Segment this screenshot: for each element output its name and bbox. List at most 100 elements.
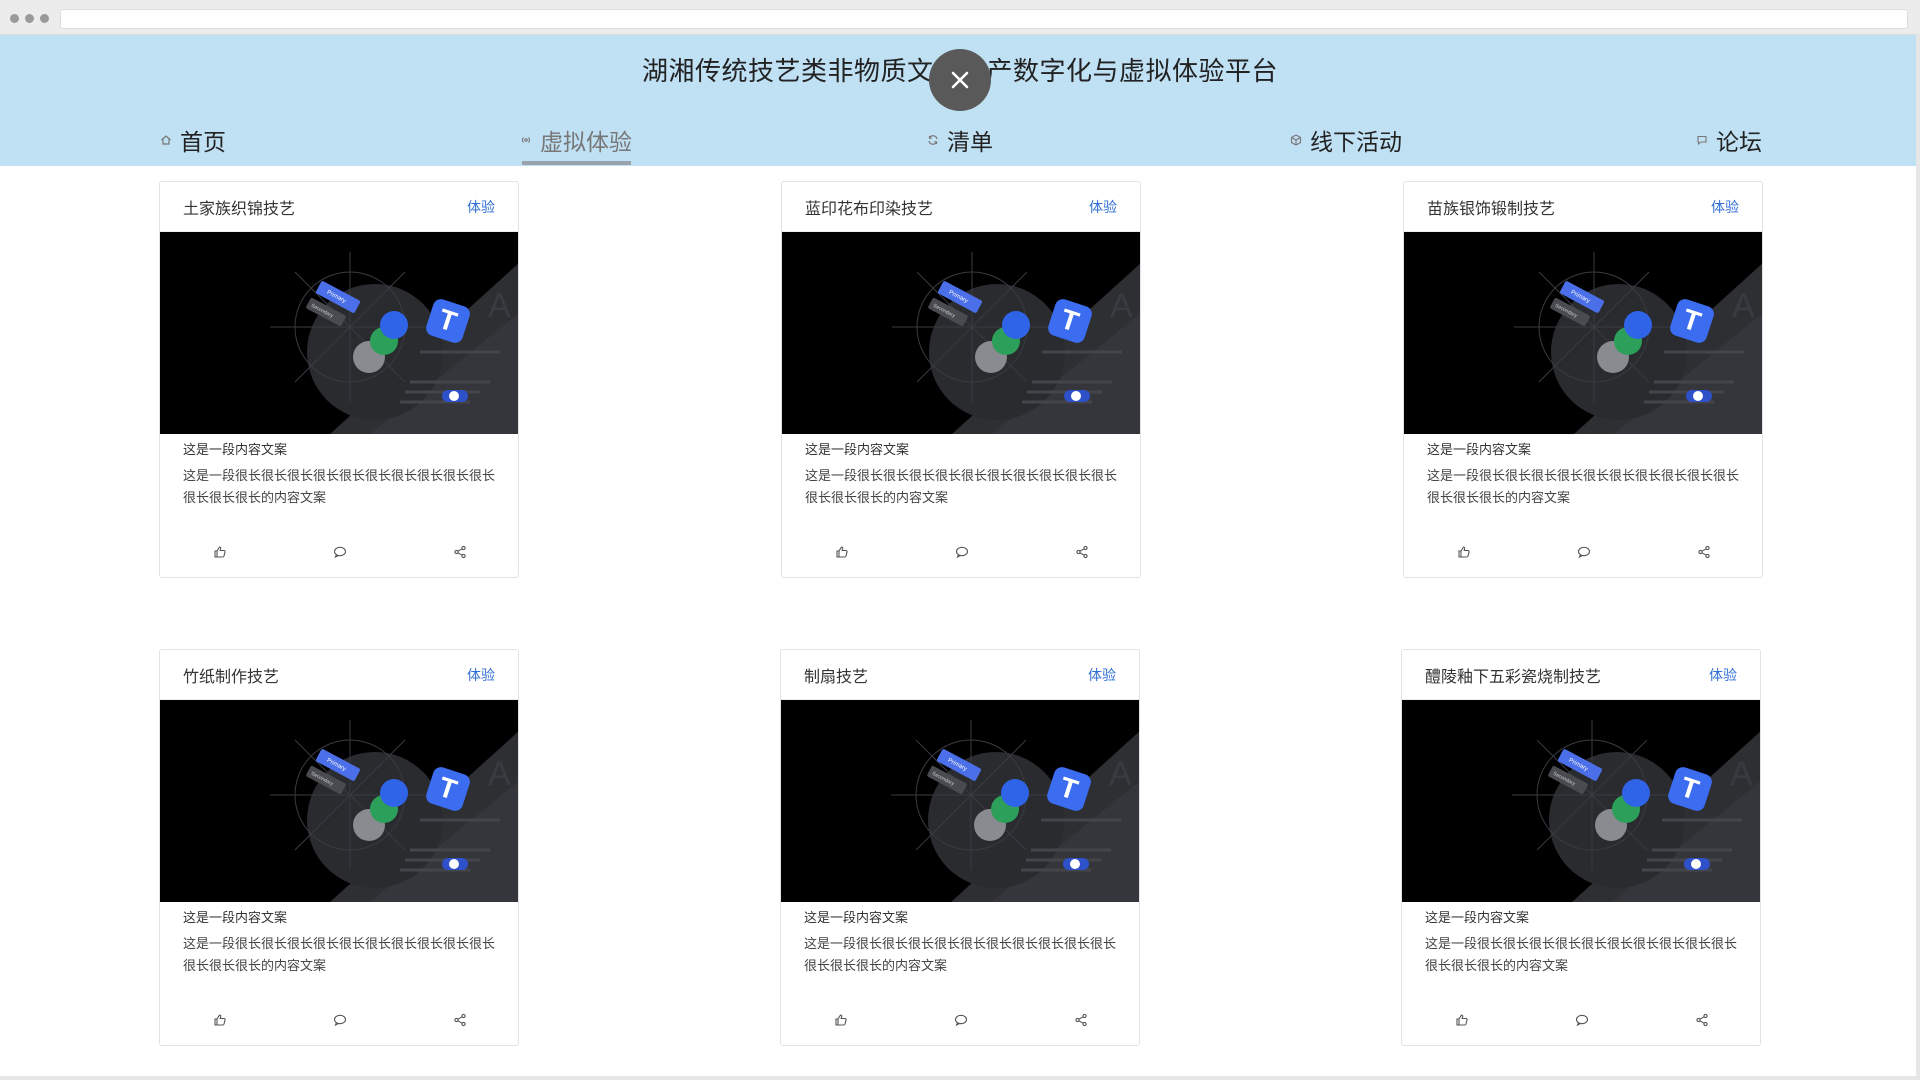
card-header: 土家族织锦技艺 体验: [160, 182, 518, 232]
share-button[interactable]: [1644, 527, 1762, 577]
card-illustration: Primary Secondary T A: [781, 700, 1139, 902]
nav-item-forum[interactable]: 论坛: [1696, 113, 1762, 166]
main-nav: 首页 虚拟体验 清单 线下活动 论坛: [0, 113, 1920, 166]
card-description: 这是一段很长很长很长很长很长很长很长很长很长很长很长很长很长的内容文案: [1425, 937, 1737, 974]
site-header: 湖湘传统技艺类非物质文化遗产数字化与虚拟体验平台 首页 虚拟体验 清单 线下活动: [0, 35, 1920, 166]
experience-link[interactable]: 体验: [467, 665, 495, 685]
like-button[interactable]: [160, 995, 280, 1045]
card-header: 竹纸制作技艺 体验: [160, 650, 518, 700]
card-actions: [782, 527, 1140, 577]
card-header: 制扇技艺 体验: [781, 650, 1139, 700]
comment-button[interactable]: [901, 995, 1021, 1045]
illustration-deco-glyph: A: [1110, 287, 1133, 325]
experience-link[interactable]: 体验: [1711, 197, 1739, 217]
comment-button[interactable]: [1522, 995, 1642, 1045]
comment-icon: [333, 1013, 347, 1027]
like-button[interactable]: [160, 527, 280, 577]
like-icon: [213, 1013, 227, 1027]
card-body: 这是一段内容文案 这是一段很长很长很长很长很长很长很长很长很长很长很长很长很长的…: [1402, 902, 1760, 978]
comment-icon: [955, 545, 969, 559]
card-title: 竹纸制作技艺: [183, 666, 280, 686]
share-icon: [1695, 1013, 1709, 1027]
nav-item-virtual-experience[interactable]: 虚拟体验: [520, 113, 632, 166]
card-illustration: Primary Secondary T A: [160, 700, 518, 902]
card-title: 蓝印花布印染技艺: [805, 198, 934, 218]
nav-item-home[interactable]: 首页: [160, 113, 226, 166]
share-icon: [453, 545, 467, 559]
comment-button[interactable]: [280, 527, 400, 577]
experience-link[interactable]: 体验: [1088, 665, 1116, 685]
scrollbar-track: [1916, 35, 1920, 1080]
card-description: 这是一段很长很长很长很长很长很长很长很长很长很长很长很长很长的内容文案: [183, 937, 495, 974]
share-button[interactable]: [400, 527, 518, 577]
nav-item-list[interactable]: 清单: [927, 113, 993, 166]
card-subtitle: 这是一段内容文案: [805, 443, 910, 458]
share-button[interactable]: [1022, 527, 1140, 577]
comment-icon: [954, 1013, 968, 1027]
share-button[interactable]: [1021, 995, 1139, 1045]
like-button[interactable]: [1402, 995, 1522, 1045]
craft-card: 制扇技艺 体验 Primary Secondary T A 这是一段内容文案 这…: [780, 649, 1140, 1046]
craft-card: 竹纸制作技艺 体验 Primary Secondary T A 这是一段内容文案…: [159, 649, 519, 1046]
card-illustration: Primary Secondary T A: [782, 232, 1140, 434]
nav-label: 线下活动: [1310, 129, 1402, 156]
card-title: 土家族织锦技艺: [183, 198, 296, 218]
card-illustration: Primary Secondary T A: [1404, 232, 1762, 434]
craft-card: 苗族银饰锻制技艺 体验 Primary Secondary T A 这是一段内容…: [1403, 181, 1763, 578]
window-dot[interactable]: [25, 14, 34, 23]
illustration-deco-glyph: A: [1730, 755, 1753, 793]
share-icon: [1074, 1013, 1088, 1027]
comment-icon: [1575, 1013, 1589, 1027]
like-button[interactable]: [1404, 527, 1524, 577]
card-body: 这是一段内容文案 这是一段很长很长很长很长很长很长很长很长很长很长很长很长很长的…: [781, 902, 1139, 978]
like-icon: [1457, 545, 1471, 559]
nav-label: 论坛: [1716, 129, 1762, 156]
like-button[interactable]: [782, 527, 902, 577]
nav-item-offline-events[interactable]: 线下活动: [1290, 113, 1402, 166]
craft-card: 醴陵釉下五彩瓷烧制技艺 体验 Primary Secondary T A 这是一…: [1401, 649, 1761, 1046]
card-actions: [160, 527, 518, 577]
like-button[interactable]: [781, 995, 901, 1045]
comment-button[interactable]: [280, 995, 400, 1045]
card-body: 这是一段内容文案 这是一段很长很长很长很长很长很长很长很长很长很长很长很长很长的…: [160, 902, 518, 978]
experience-link[interactable]: 体验: [1709, 665, 1737, 685]
card-subtitle: 这是一段内容文案: [804, 911, 909, 926]
card-title: 苗族银饰锻制技艺: [1427, 198, 1556, 218]
close-button[interactable]: [929, 49, 991, 111]
window-controls: [10, 14, 49, 23]
card-header: 醴陵釉下五彩瓷烧制技艺 体验: [1402, 650, 1760, 700]
window-dot[interactable]: [10, 14, 19, 23]
signal-icon: [520, 134, 532, 146]
home-icon: [160, 134, 172, 146]
illustration-deco-glyph: A: [1109, 755, 1132, 793]
card-description: 这是一段很长很长很长很长很长很长很长很长很长很长很长很长很长的内容文案: [805, 469, 1117, 506]
share-icon: [1075, 545, 1089, 559]
comment-icon: [1577, 545, 1591, 559]
nav-label: 清单: [947, 129, 993, 156]
like-icon: [213, 545, 227, 559]
refresh-icon: [927, 134, 939, 146]
address-bar[interactable]: [60, 9, 1908, 29]
share-icon: [453, 1013, 467, 1027]
card-body: 这是一段内容文案 这是一段很长很长很长很长很长很长很长很长很长很长很长很长很长的…: [1404, 434, 1762, 510]
experience-link[interactable]: 体验: [1089, 197, 1117, 217]
chat-icon: [1696, 134, 1708, 146]
card-header: 苗族银饰锻制技艺 体验: [1404, 182, 1762, 232]
experience-link[interactable]: 体验: [467, 197, 495, 217]
illustration-deco-glyph: A: [488, 287, 511, 325]
page-bottom-edge: [0, 1076, 1920, 1080]
comment-button[interactable]: [902, 527, 1022, 577]
share-button[interactable]: [1642, 995, 1760, 1045]
share-button[interactable]: [400, 995, 518, 1045]
like-icon: [835, 545, 849, 559]
window-dot[interactable]: [40, 14, 49, 23]
card-description: 这是一段很长很长很长很长很长很长很长很长很长很长很长很长很长的内容文案: [804, 937, 1116, 974]
card-subtitle: 这是一段内容文案: [183, 911, 288, 926]
card-subtitle: 这是一段内容文案: [183, 443, 288, 458]
card-subtitle: 这是一段内容文案: [1427, 443, 1532, 458]
browser-chrome: [0, 0, 1920, 35]
card-body: 这是一段内容文案 这是一段很长很长很长很长很长很长很长很长很长很长很长很长很长的…: [782, 434, 1140, 510]
comment-button[interactable]: [1524, 527, 1644, 577]
active-tab-indicator: [522, 161, 631, 165]
comment-icon: [333, 545, 347, 559]
